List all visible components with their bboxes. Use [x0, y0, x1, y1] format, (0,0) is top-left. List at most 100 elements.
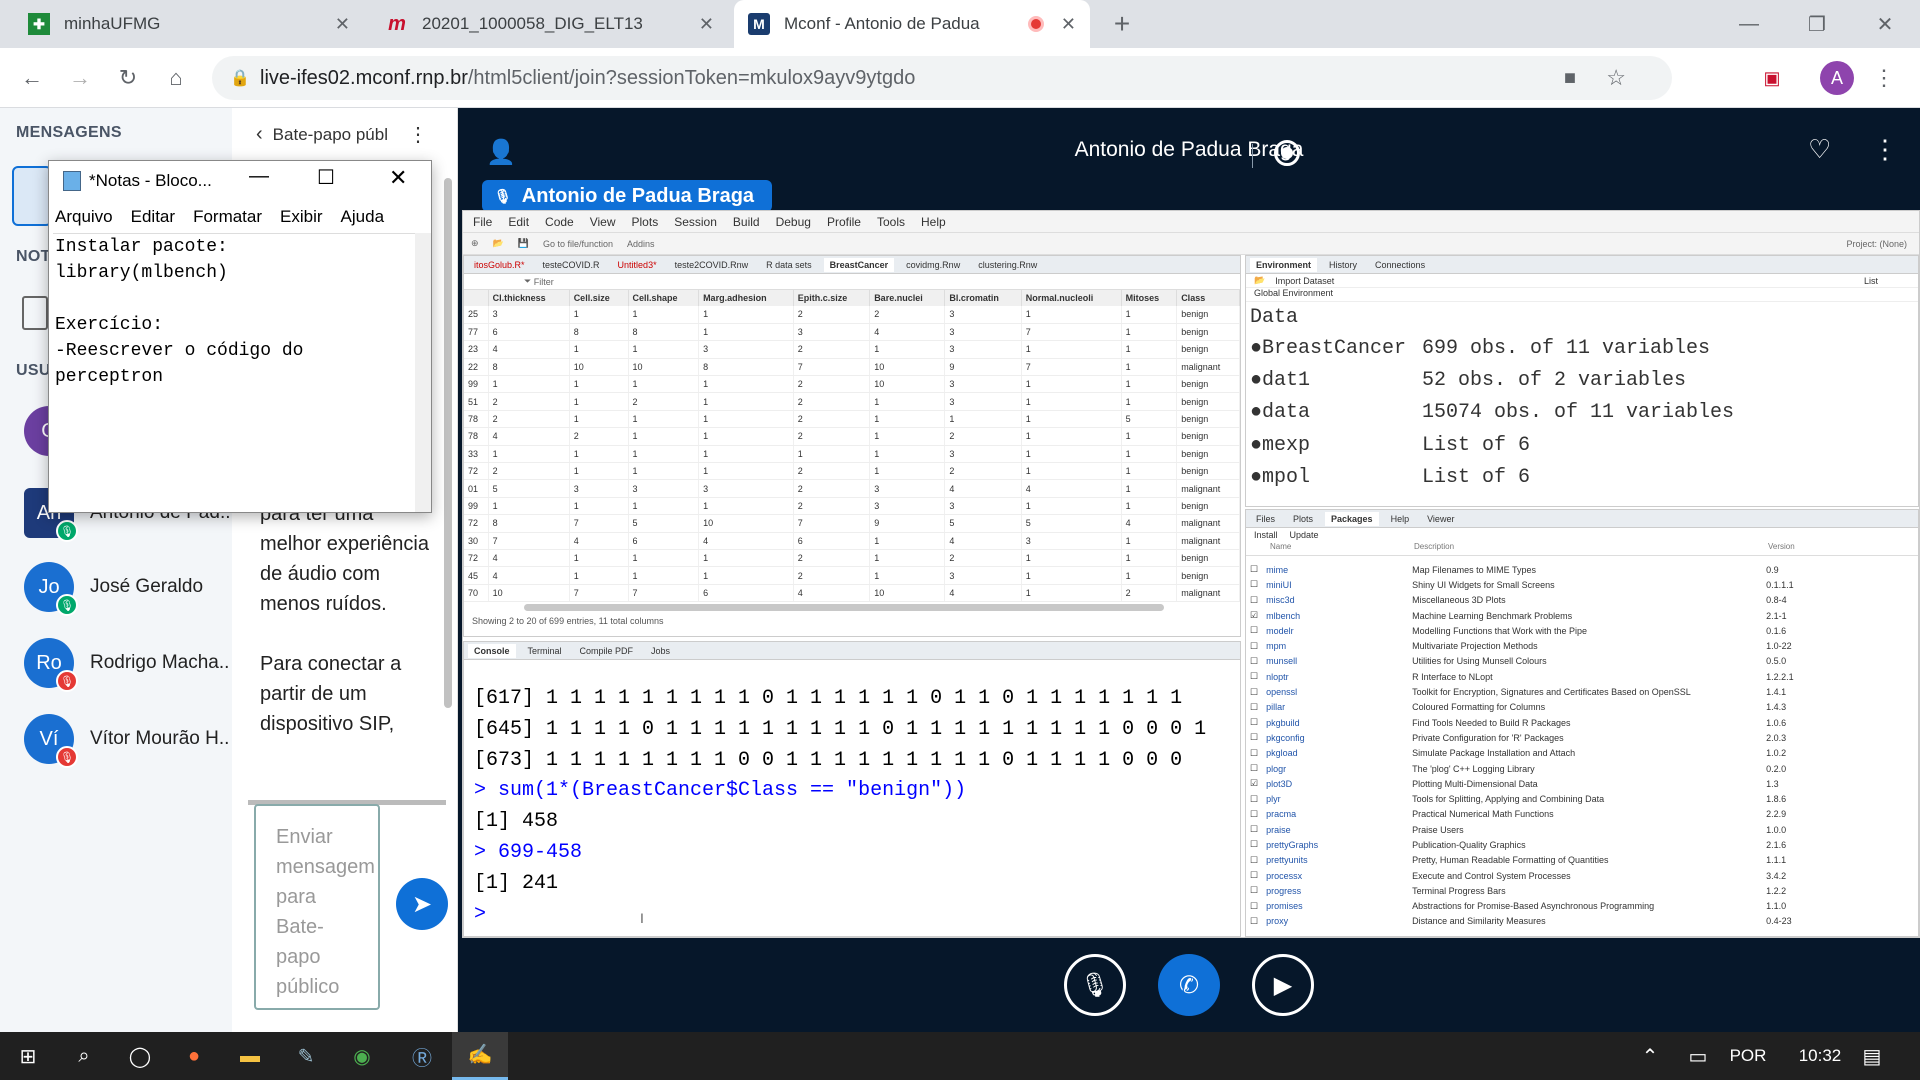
- windows-start-icon[interactable]: ⊞: [0, 1032, 56, 1080]
- editor-tab[interactable]: R data sets: [760, 258, 818, 272]
- tab-mconf[interactable]: M Mconf - Antonio de Padua B ✕: [734, 0, 1090, 48]
- package-name[interactable]: pillar: [1262, 700, 1408, 715]
- load-icon[interactable]: 📂: [1254, 275, 1265, 286]
- package-row[interactable]: ☐ mpm Multivariate Projection Methods 1.0-2…: [1246, 638, 1918, 653]
- column-header[interactable]: Bare.nuclei: [869, 290, 946, 306]
- package-row[interactable]: ☐ nloptr R Interface to NLopt 1.2.2.1: [1246, 669, 1918, 684]
- package-row[interactable]: ☐ miniUI Shiny UI Widgets for Small Screen…: [1246, 577, 1918, 592]
- filter-button[interactable]: Filter: [534, 277, 554, 287]
- menu-session[interactable]: Session: [674, 215, 717, 229]
- column-header[interactable]: Bl.cromatin: [944, 290, 1022, 306]
- package-row[interactable]: ☐ misc3d Miscellaneous 3D Plots 0.8-4: [1246, 593, 1918, 608]
- checkbox[interactable]: ☐: [1246, 593, 1262, 608]
- package-name[interactable]: plogr: [1262, 761, 1408, 776]
- package-name[interactable]: pracma: [1262, 807, 1408, 822]
- mute-button[interactable]: 🎙: [1064, 954, 1126, 1016]
- package-name[interactable]: mpm: [1262, 638, 1408, 653]
- new-tab-button[interactable]: +: [1086, 0, 1158, 48]
- import-dataset-button[interactable]: Import Dataset: [1275, 276, 1334, 286]
- addins-menu[interactable]: Addins: [627, 239, 655, 249]
- rstudio-icon[interactable]: Ⓡ: [394, 1032, 450, 1080]
- menu-ajuda[interactable]: Ajuda: [341, 207, 384, 227]
- editor-tab[interactable]: testeCOVID.R: [537, 258, 606, 272]
- tab-viewer[interactable]: Viewer: [1421, 512, 1460, 526]
- close-icon[interactable]: ✕: [389, 165, 407, 191]
- package-row[interactable]: ☐ pkgconfig Private Configuration for 'R' …: [1246, 730, 1918, 745]
- project-menu[interactable]: Project: (None): [1846, 239, 1907, 249]
- tab-environment[interactable]: Environment: [1250, 257, 1318, 272]
- package-row[interactable]: ☐ proxy Distance and Similarity Measures 0.…: [1246, 914, 1918, 929]
- package-row[interactable]: ☑ plot3D Plotting Multi-Dimensional Data 1.…: [1246, 776, 1918, 791]
- chat-scrollbar[interactable]: [444, 178, 452, 708]
- update-button[interactable]: Update: [1290, 530, 1319, 540]
- package-row[interactable]: ☐ pkgbuild Find Tools Needed to Build R Pa…: [1246, 715, 1918, 730]
- package-row[interactable]: ☐ prettyunits Pretty, Human Readable Forma…: [1246, 853, 1918, 868]
- menu-formatar[interactable]: Formatar: [193, 207, 262, 227]
- package-row[interactable]: ☐ munsell Utilities for Using Munsell Colo…: [1246, 654, 1918, 669]
- tab-history[interactable]: History: [1323, 258, 1363, 272]
- tab-connections[interactable]: Connections: [1369, 258, 1431, 272]
- editor-tab[interactable]: Untitled3*: [612, 258, 663, 272]
- menu-help[interactable]: Help: [921, 215, 946, 229]
- package-name[interactable]: prettyGraphs: [1262, 837, 1408, 852]
- checkbox[interactable]: ☐: [1246, 562, 1262, 577]
- new-file-icon[interactable]: ⊕: [471, 238, 479, 249]
- package-name[interactable]: misc3d: [1262, 593, 1408, 608]
- checkbox[interactable]: ☐: [1246, 746, 1262, 761]
- close-tab-icon[interactable]: ✕: [335, 14, 350, 35]
- close-tab-icon[interactable]: ✕: [1061, 14, 1076, 35]
- record-status-icon[interactable]: [1274, 140, 1300, 166]
- menu-tools[interactable]: Tools: [877, 215, 905, 229]
- chat-options-icon[interactable]: ⋮: [408, 122, 428, 147]
- restore-icon[interactable]: ❐: [1782, 0, 1852, 48]
- public-chat-item[interactable]: [12, 166, 52, 226]
- minimize-icon[interactable]: —: [1714, 0, 1784, 48]
- console-output[interactable]: [617] 1 1 1 1 1 1 1 1 1 0 1 1 1 1 1 1 0 …: [464, 660, 1240, 930]
- editor-tab[interactable]: clustering.Rnw: [972, 258, 1043, 272]
- tab-moodle[interactable]: m 20201_1000058_DIG_ELT131_TTC ✕: [372, 0, 728, 48]
- package-row[interactable]: ☐ openssl Toolkit for Encryption, Signatur…: [1246, 684, 1918, 699]
- tab-minhaufmg[interactable]: ✚ minhaUFMG ✕: [14, 0, 364, 48]
- bookmark-star-icon[interactable]: ☆: [1606, 65, 1626, 91]
- goto-file-input[interactable]: Go to file/function: [543, 239, 613, 249]
- column-header[interactable]: Cl.thickness: [488, 290, 570, 306]
- checkbox-checked[interactable]: ☑: [1246, 608, 1262, 623]
- maximize-icon[interactable]: ☐: [317, 165, 335, 190]
- column-header[interactable]: Cell.shape: [628, 290, 700, 306]
- paint-icon[interactable]: ✎: [278, 1032, 334, 1080]
- package-name[interactable]: openssl: [1262, 684, 1408, 699]
- checkbox[interactable]: ☐: [1246, 577, 1262, 592]
- column-header[interactable]: Normal.nucleoli: [1021, 290, 1122, 306]
- env-row[interactable]: ●BreastCancer 699 obs. of 11 variables: [1246, 332, 1918, 364]
- checkbox[interactable]: ☐: [1246, 623, 1262, 638]
- search-icon[interactable]: ⌕: [56, 1032, 112, 1080]
- package-name[interactable]: pkgconfig: [1262, 730, 1408, 745]
- filter-icon[interactable]: ⏷: [524, 276, 531, 287]
- column-header[interactable]: [464, 290, 489, 306]
- env-row[interactable]: ●data 15074 obs. of 11 variables: [1246, 397, 1918, 429]
- package-name[interactable]: mime: [1262, 562, 1408, 577]
- checkbox-checked[interactable]: ☑: [1246, 776, 1262, 791]
- task-view-icon[interactable]: ◯: [112, 1032, 168, 1080]
- menu-code[interactable]: Code: [545, 215, 574, 229]
- column-header[interactable]: Class: [1176, 290, 1240, 306]
- package-row[interactable]: ☐ promises Abstractions for Promise-Based …: [1246, 899, 1918, 914]
- package-row[interactable]: ☐ plyr Tools for Splitting, Applying and C…: [1246, 791, 1918, 806]
- package-name[interactable]: mlbench: [1262, 608, 1408, 623]
- editor-tab-active[interactable]: BreastCancer: [823, 257, 895, 272]
- open-file-icon[interactable]: 📂: [493, 238, 504, 249]
- env-row[interactable]: ●dat1 52 obs. of 2 variables: [1246, 364, 1918, 396]
- package-name[interactable]: prettyunits: [1262, 853, 1408, 868]
- checkbox[interactable]: ☐: [1246, 899, 1262, 914]
- package-name[interactable]: modelr: [1262, 623, 1408, 638]
- package-row[interactable]: ☐ mime Map Filenames to MIME Types 0.9: [1246, 562, 1918, 577]
- checkbox[interactable]: ☐: [1246, 883, 1262, 898]
- package-row[interactable]: ☐ progress Terminal Progress Bars 1.2.2: [1246, 883, 1918, 898]
- menu-profile[interactable]: Profile: [827, 215, 861, 229]
- minimize-icon[interactable]: —: [249, 165, 269, 188]
- back-icon[interactable]: ←: [14, 60, 50, 96]
- forward-icon[interactable]: →: [62, 60, 98, 96]
- env-row[interactable]: ●mpol List of 6: [1246, 462, 1918, 494]
- package-name[interactable]: processx: [1262, 868, 1408, 883]
- browser-menu-icon[interactable]: ⋮: [1866, 60, 1902, 96]
